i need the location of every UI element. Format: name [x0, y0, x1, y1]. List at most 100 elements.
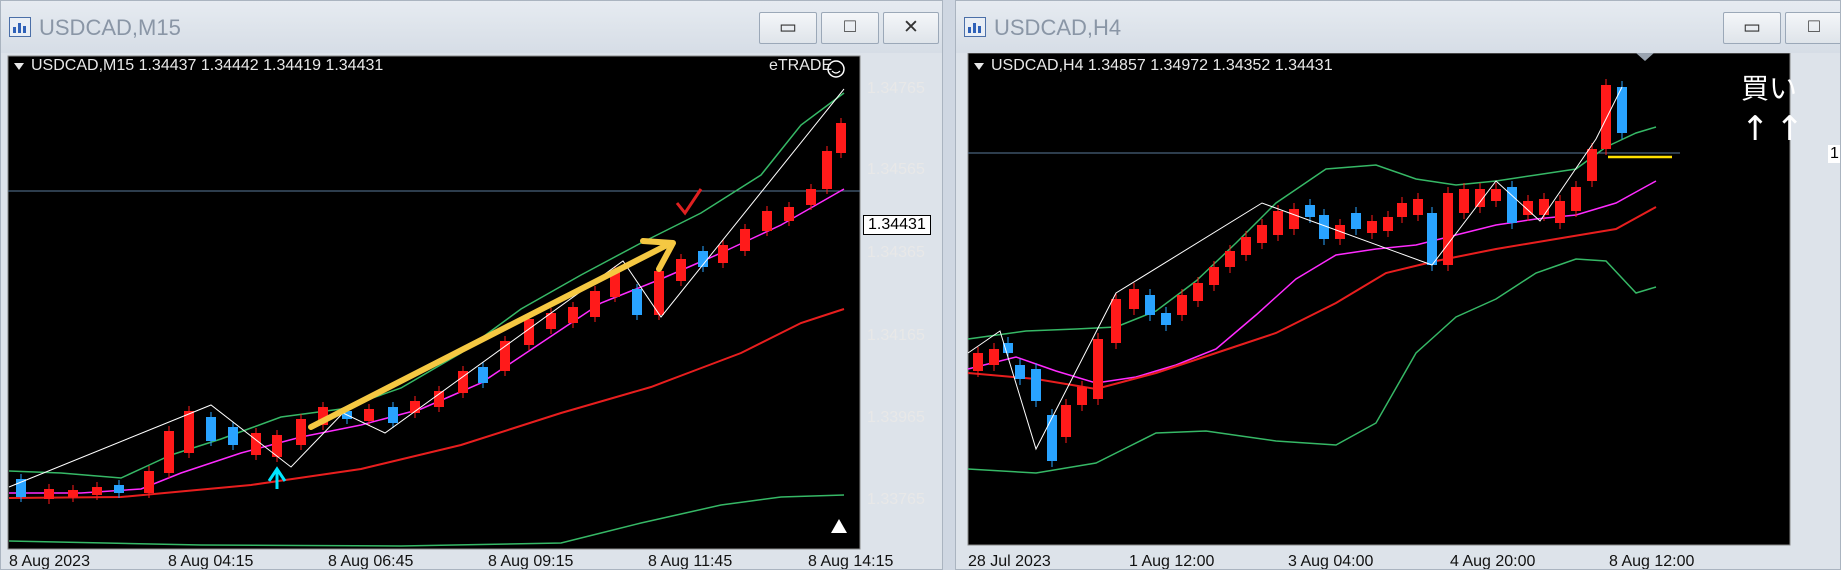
- candle-body: [251, 433, 261, 455]
- time-label: 8 Aug 2023: [9, 553, 90, 570]
- time-label: 8 Aug 04:15: [168, 553, 254, 570]
- candle-body: [1351, 213, 1361, 229]
- candle-body: [1257, 225, 1267, 243]
- time-label: 8 Aug 11:45: [648, 553, 733, 570]
- candle-body: [478, 367, 488, 383]
- dropdown-icon[interactable]: [974, 63, 984, 70]
- time-label: 4 Aug 20:00: [1450, 553, 1536, 570]
- minimize-icon: ▭: [779, 17, 797, 38]
- candle-body: [1335, 225, 1345, 239]
- candle-body: [1061, 405, 1071, 437]
- candle-body: [806, 189, 816, 205]
- candle-body: [44, 489, 54, 499]
- dropdown-icon[interactable]: [14, 63, 24, 70]
- candle-body: [1077, 387, 1087, 405]
- candle-body: [1427, 213, 1437, 265]
- candle-body: [1459, 189, 1469, 213]
- candle-body: [184, 411, 194, 453]
- candle-body: [364, 409, 374, 421]
- candle-body: [1145, 295, 1155, 315]
- candle-body: [68, 490, 78, 497]
- buy-annotation: 買い: [1741, 72, 1798, 105]
- candle-body: [973, 353, 983, 371]
- close-button[interactable]: ✕: [883, 12, 939, 44]
- candle-body: [1539, 199, 1549, 215]
- time-label: 8 Aug 06:45: [328, 553, 414, 570]
- candle-body: [1587, 149, 1597, 181]
- candle-body: [1047, 415, 1057, 461]
- time-label: 28 Jul 2023: [968, 553, 1051, 570]
- candle-body: [1241, 237, 1251, 255]
- price-label: 1.34365: [867, 244, 925, 261]
- time-label: 1 Aug 12:00: [1129, 553, 1215, 570]
- candle-body: [676, 259, 686, 281]
- candle-body: [388, 407, 398, 423]
- title-bar[interactable]: USDCAD,M15 ▭ □ ✕: [1, 1, 942, 53]
- chart-app-icon: [964, 17, 986, 37]
- window-title: USDCAD,M15: [39, 15, 181, 40]
- candle-body: [632, 289, 642, 315]
- candle-body: [1193, 283, 1203, 301]
- minimize-icon: ▭: [1743, 17, 1761, 38]
- candle-body: [1305, 205, 1315, 217]
- price-label: 1.34565: [867, 161, 925, 178]
- price-chart[interactable]: [956, 53, 1841, 570]
- close-icon: ✕: [903, 17, 919, 38]
- chart-window-h4: USDCAD,H4 ▭ □ USDCAD,H4 1.34857 1.34972 …: [955, 0, 1841, 570]
- title-bar[interactable]: USDCAD,H4 ▭ □: [956, 1, 1840, 53]
- candle-body: [989, 349, 999, 365]
- current-price-label: 1: [1828, 145, 1840, 163]
- candle-body: [1555, 201, 1565, 223]
- candle-body: [822, 151, 832, 189]
- minimize-button[interactable]: ▭: [759, 12, 817, 44]
- price-label: 1.34165: [867, 327, 925, 344]
- time-label: 8 Aug 12:00: [1609, 553, 1695, 570]
- current-price-label: 1.34431: [863, 215, 931, 235]
- candle-body: [568, 307, 578, 323]
- ohlc-readout: USDCAD,M15 1.34437 1.34442 1.34419 1.344…: [31, 57, 384, 74]
- candle-body: [762, 211, 772, 231]
- candle-body: [1225, 251, 1235, 267]
- candle-body: [1289, 209, 1299, 229]
- price-chart[interactable]: [1, 53, 943, 570]
- candle-body: [1491, 189, 1501, 201]
- candle-body: [1383, 217, 1393, 231]
- candle-body: [1031, 369, 1041, 401]
- maximize-icon: □: [1808, 16, 1820, 37]
- candle-body: [784, 207, 794, 221]
- candle-body: [500, 341, 510, 371]
- candle-body: [144, 471, 154, 493]
- candle-body: [1209, 267, 1219, 285]
- price-label: 1.33965: [867, 409, 925, 426]
- candle-body: [206, 417, 216, 441]
- candle-body: [296, 419, 306, 445]
- window-title: USDCAD,H4: [994, 15, 1122, 40]
- maximize-icon: □: [844, 16, 856, 37]
- candle-body: [1367, 221, 1377, 233]
- candle-body: [718, 245, 728, 263]
- candle-body: [1161, 313, 1171, 325]
- time-label: 3 Aug 04:00: [1288, 553, 1374, 570]
- candle-body: [590, 291, 600, 317]
- broker-label: eTRADE: [769, 57, 833, 74]
- candle-body: [1177, 295, 1187, 315]
- candle-body: [1413, 199, 1423, 215]
- up-arrows-annotation: ↑↑: [1741, 109, 1810, 149]
- candle-body: [836, 123, 846, 153]
- maximize-button[interactable]: □: [821, 12, 879, 44]
- minimize-button[interactable]: ▭: [1723, 12, 1781, 44]
- candle-body: [1111, 299, 1121, 343]
- chart-window-m15: USDCAD,M15 ▭ □ ✕ USDCAD,M15 1.34437 1.34…: [0, 0, 943, 570]
- candle-body: [1273, 211, 1283, 235]
- time-label: 8 Aug 14:15: [808, 553, 894, 570]
- candle-body: [164, 431, 174, 473]
- candle-body: [1397, 203, 1407, 217]
- price-label: 1.34765: [867, 80, 925, 97]
- candle-body: [1571, 187, 1581, 211]
- ohlc-readout: USDCAD,H4 1.34857 1.34972 1.34352 1.3443…: [991, 57, 1333, 74]
- candle-body: [92, 487, 102, 495]
- candle-body: [1601, 85, 1611, 149]
- candle-body: [1129, 289, 1139, 309]
- chart-app-icon: [9, 17, 31, 37]
- maximize-button[interactable]: □: [1785, 12, 1840, 44]
